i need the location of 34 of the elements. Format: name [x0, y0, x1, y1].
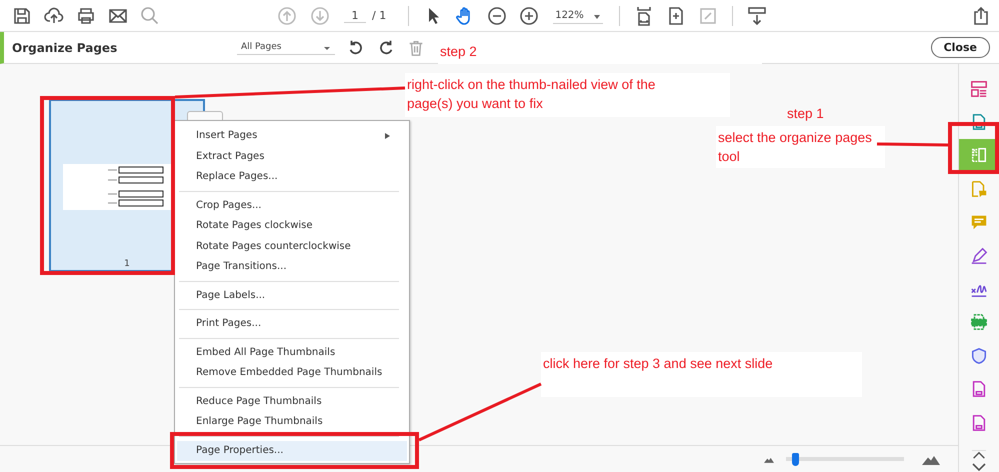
undo-icon[interactable]: [347, 38, 365, 56]
chevron-down-icon[interactable]: [972, 463, 986, 472]
close-button[interactable]: Close: [930, 37, 990, 58]
step-label: step 1: [786, 105, 825, 123]
caret-icon: [593, 14, 602, 20]
page-total: / 1: [372, 9, 386, 22]
scroll-down-icon[interactable]: [747, 6, 768, 26]
zoom-in-icon[interactable]: [519, 6, 540, 26]
menu-item[interactable]: Remove Embedded Page Thumbnails: [177, 363, 407, 384]
menu-item[interactable]: Page Labels...: [177, 286, 407, 306]
annotation-note: click here for step 3 and see next slide: [541, 352, 862, 397]
share-icon[interactable]: [971, 6, 991, 26]
page-filter-dropdown[interactable]: All Pages: [237, 40, 335, 55]
annotation-note: select the organize pages tool: [716, 126, 885, 168]
annotation-note: right-click on the thumb-nailed view of the page(s) you want to fix: [405, 73, 730, 117]
page-number-field[interactable]: 1: [344, 8, 366, 22]
small-mountain-icon: [764, 456, 774, 462]
caret-icon: [323, 45, 331, 51]
chevron-up-icon[interactable]: [972, 450, 986, 459]
menu-item[interactable]: Reduce Page Thumbnails: [177, 392, 407, 412]
leader-line: [876, 142, 948, 146]
menu-item[interactable]: Page Properties...: [177, 440, 407, 461]
tool-title: Organize Pages: [12, 40, 118, 54]
menu-item[interactable]: Print Pages...: [177, 314, 407, 334]
menu-item[interactable]: Embed All Page Thumbnails: [177, 342, 407, 363]
printer-icon[interactable]: [76, 6, 96, 26]
zoom-dropdown[interactable]: 122%: [553, 8, 604, 24]
zoom-out-icon[interactable]: [487, 6, 508, 26]
menu-item[interactable]: Enlarge Page Thumbnails: [177, 412, 407, 432]
highlight-frame: [948, 122, 999, 174]
redo-icon[interactable]: [377, 38, 395, 56]
upload-icon[interactable]: [44, 6, 64, 26]
slider-thumb[interactable]: [792, 452, 799, 466]
save-icon[interactable]: [12, 6, 32, 26]
